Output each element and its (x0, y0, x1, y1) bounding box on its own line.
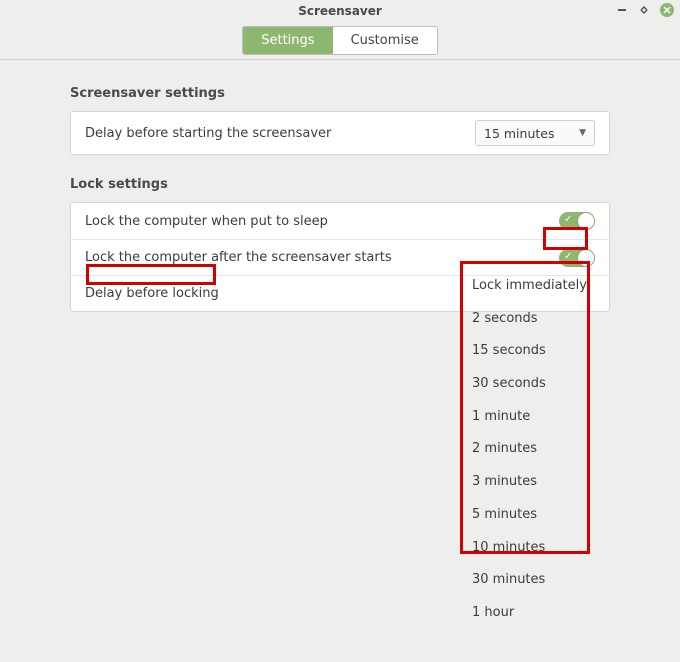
close-icon[interactable] (660, 3, 674, 17)
delay-option[interactable]: 3 minutes (462, 466, 588, 499)
tab-customise[interactable]: Customise (333, 27, 437, 54)
tabbar: Settings Customise (0, 22, 680, 60)
delay-option[interactable]: 2 seconds (462, 303, 588, 336)
screensaver-delay-label: Delay before starting the screensaver (85, 126, 331, 141)
check-icon: ✓ (564, 215, 572, 225)
delay-option[interactable]: 15 seconds (462, 335, 588, 368)
screensaver-panel: Delay before starting the screensaver 15… (70, 111, 610, 155)
chevron-down-icon: ▼ (579, 128, 586, 138)
delay-option[interactable]: 2 minutes (462, 433, 588, 466)
check-icon: ✓ (564, 252, 572, 262)
toggle-knob (578, 213, 594, 229)
delay-option[interactable]: 30 seconds (462, 368, 588, 401)
lock-after-ss-label: Lock the computer after the screensaver … (85, 250, 392, 265)
tab-group: Settings Customise (242, 26, 438, 55)
screensaver-delay-row: Delay before starting the screensaver 15… (71, 112, 609, 154)
minimize-icon[interactable] (616, 4, 628, 16)
tab-settings[interactable]: Settings (243, 27, 332, 54)
delay-option[interactable]: 30 minutes (462, 564, 588, 597)
delay-option[interactable]: 1 hour (462, 597, 588, 630)
delay-option[interactable]: 10 minutes (462, 532, 588, 565)
lock-sleep-label: Lock the computer when put to sleep (85, 214, 328, 229)
maximize-icon[interactable] (638, 4, 650, 16)
delay-option[interactable]: 1 minute (462, 401, 588, 434)
delay-before-locking-label: Delay before locking (85, 286, 219, 301)
delay-option[interactable]: 5 minutes (462, 499, 588, 532)
titlebar: Screensaver (0, 0, 680, 22)
screensaver-delay-value: 15 minutes (484, 126, 554, 141)
lock-section-heading: Lock settings (70, 177, 610, 192)
delay-option[interactable]: Lock immediately (462, 270, 588, 303)
delay-before-locking-menu[interactable]: Lock immediately 2 seconds 15 seconds 30… (462, 264, 588, 636)
window-controls (616, 3, 674, 17)
screensaver-delay-dropdown[interactable]: 15 minutes ▼ (475, 120, 595, 146)
lock-sleep-toggle[interactable]: ✓ (559, 212, 595, 230)
window-title: Screensaver (298, 4, 382, 18)
lock-sleep-row: Lock the computer when put to sleep ✓ (71, 203, 609, 239)
screensaver-section-heading: Screensaver settings (70, 86, 610, 101)
